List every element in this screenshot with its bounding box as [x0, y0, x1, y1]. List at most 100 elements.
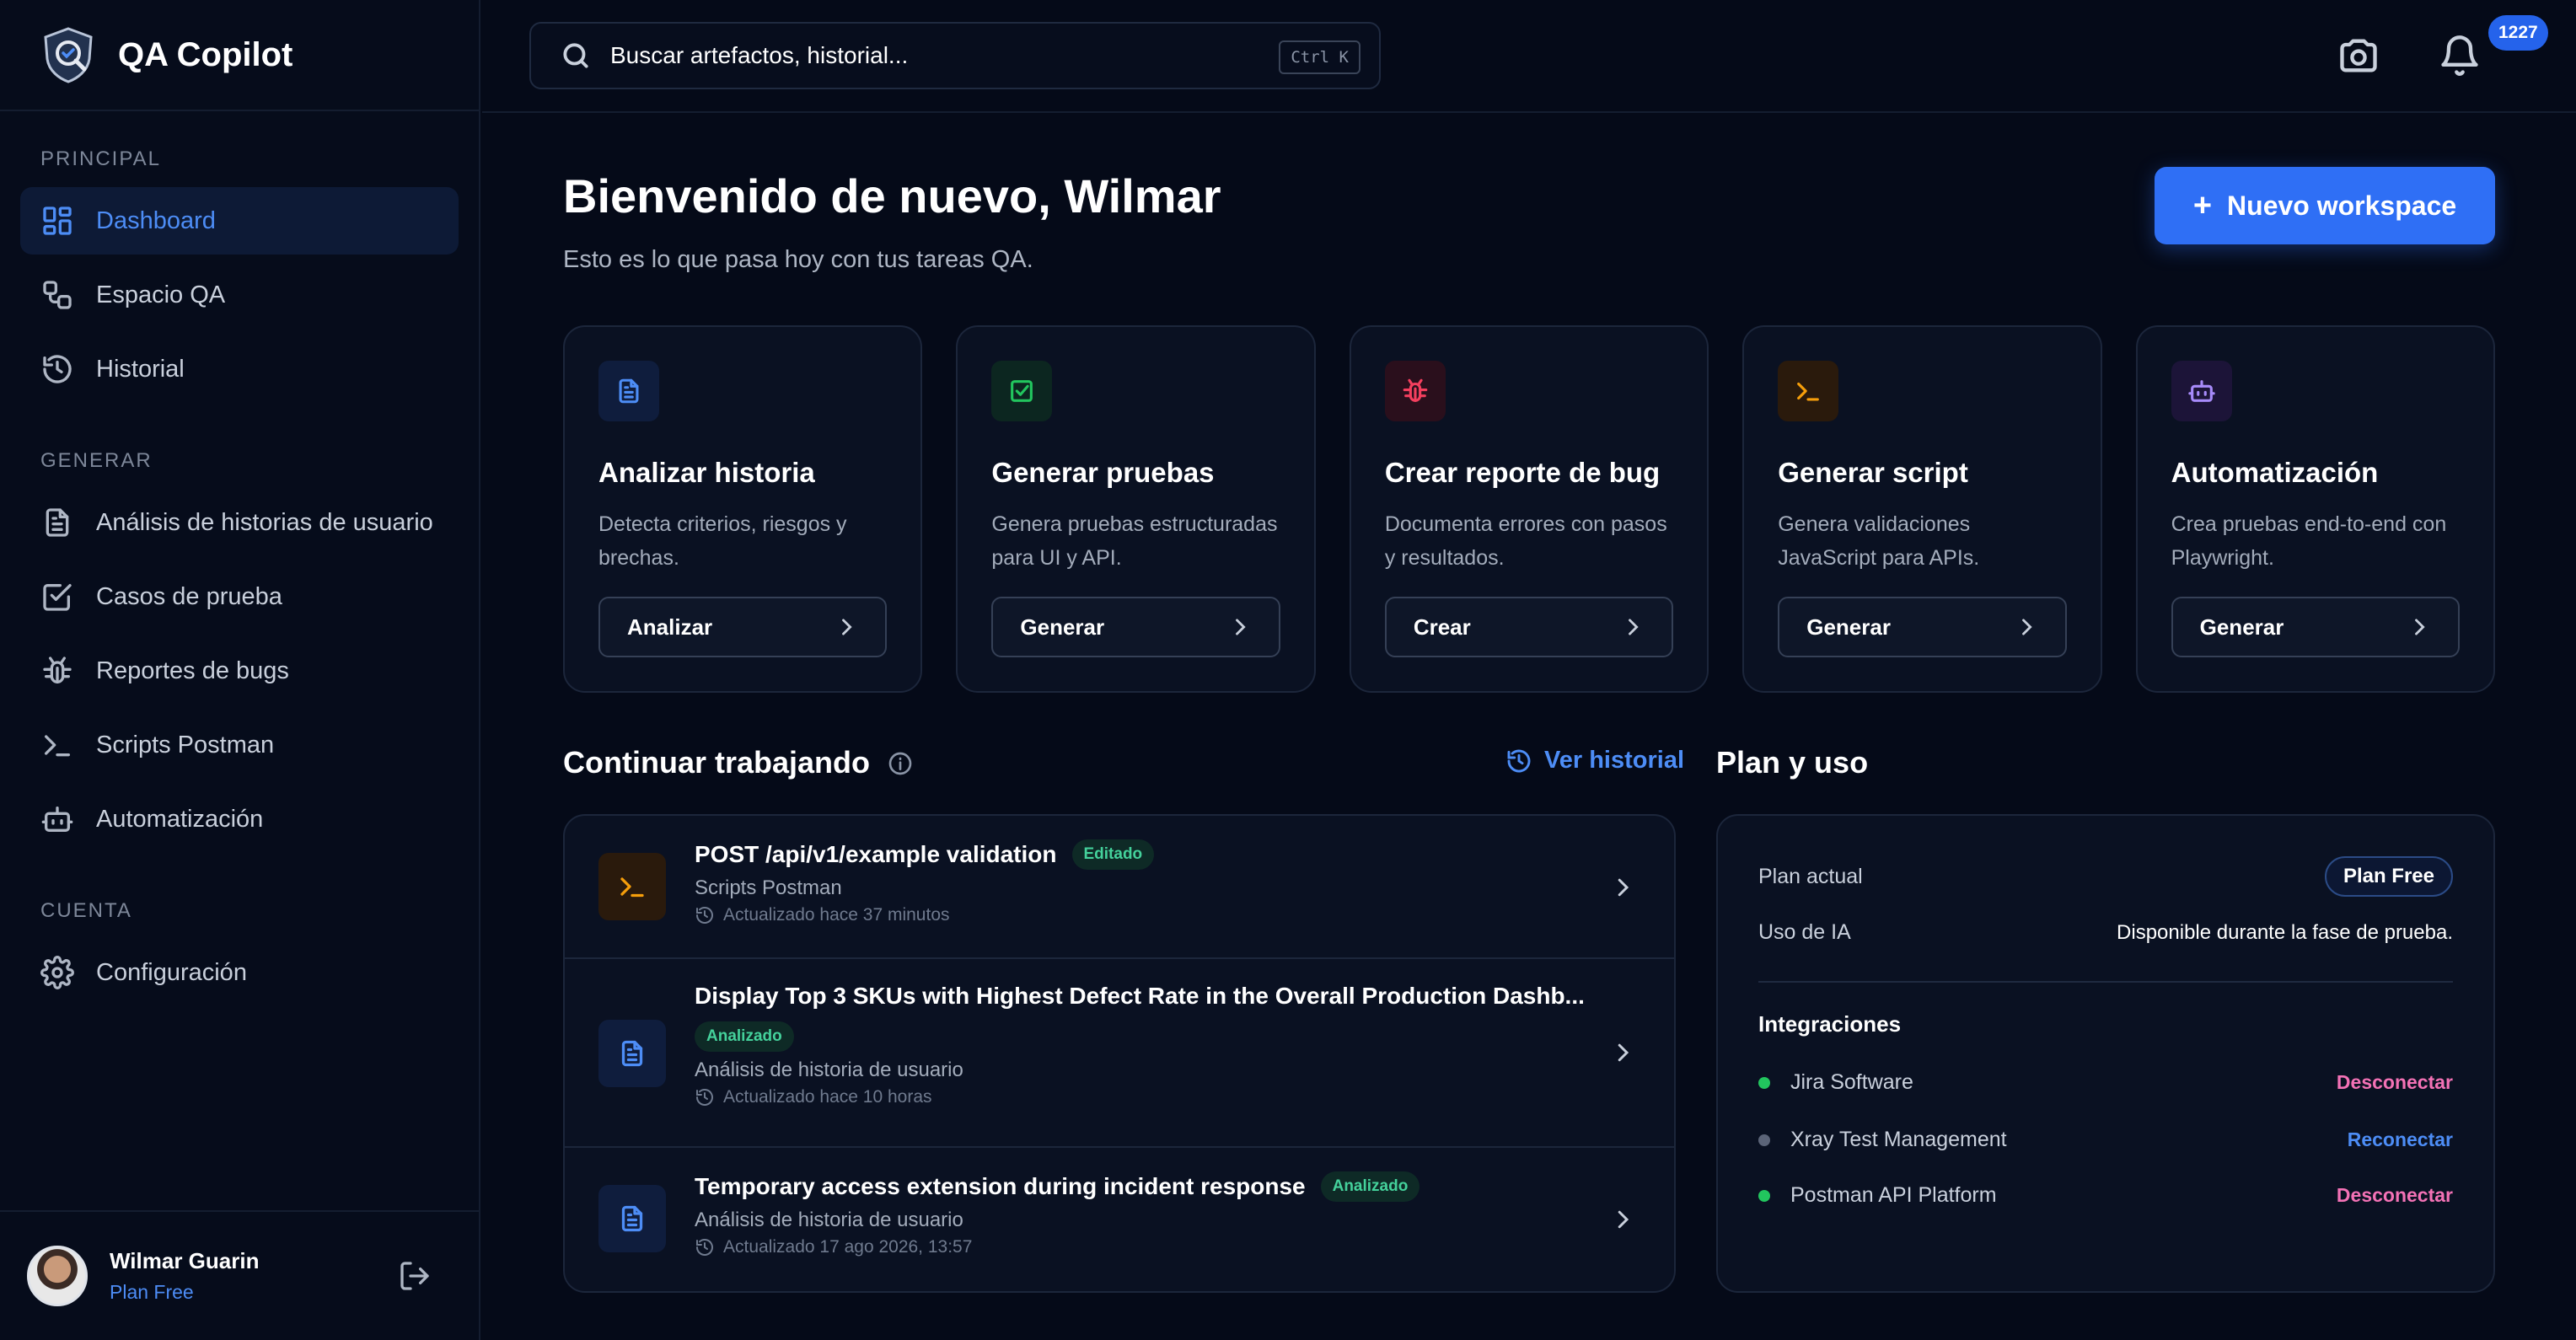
item-category: Análisis de historia de usuario	[695, 1209, 963, 1231]
item-timestamp: Actualizado hace 10 horas	[695, 1087, 1585, 1107]
reconnect-xray-button[interactable]: Reconectar	[2348, 1128, 2453, 1151]
integration-row-xray: Xray Test Management Reconectar	[1758, 1128, 2453, 1152]
item-title: Display Top 3 SKUs with Highest Defect R…	[695, 983, 1585, 1009]
sidebar-item-casos-prueba[interactable]: Casos de prueba	[20, 563, 459, 630]
info-button[interactable]	[887, 750, 914, 777]
sidebar-item-configuracion[interactable]: Configuración	[20, 939, 459, 1006]
item-body: Temporary access extension during incide…	[695, 1171, 1420, 1257]
card-description: Genera pruebas estructuradas para UI y A…	[991, 512, 1278, 570]
list-item[interactable]: POST /api/v1/example validation Editado …	[565, 816, 1674, 959]
card-crear-reporte-bug: Crear reporte de bug Documenta errores c…	[1349, 325, 1709, 693]
card-icon-wrap	[2171, 361, 2232, 421]
card-button-label: Analizar	[627, 614, 713, 640]
plan-badge[interactable]: Plan Free	[2324, 856, 2453, 897]
terminal-icon	[45, 735, 71, 757]
workspace-icon	[43, 281, 72, 309]
card-icon-wrap	[1778, 361, 1839, 421]
card-analizar-historia: Analizar historia Detecta criterios, rie…	[563, 325, 923, 693]
bot-icon	[2187, 380, 2215, 402]
status-badge: Analizado	[695, 1021, 794, 1052]
quick-actions: Analizar historia Detecta criterios, rie…	[563, 325, 2496, 693]
view-history-label: Ver historial	[1544, 747, 1685, 774]
generar-pruebas-button[interactable]: Generar	[991, 597, 1280, 657]
card-title: Generar script	[1778, 457, 1968, 488]
list-item[interactable]: Display Top 3 SKUs with Highest Defect R…	[565, 959, 1674, 1148]
generar-automatizacion-button[interactable]: Generar	[2171, 597, 2461, 657]
card-automatizacion: Automatización Crea pruebas end-to-end c…	[2135, 325, 2496, 693]
integration-label: Jira Software	[1790, 1070, 1913, 1094]
card-button-label: Crear	[1413, 614, 1471, 640]
card-description: Genera validaciones JavaScript para APIs…	[1778, 512, 1980, 570]
status-dot	[1758, 1189, 1770, 1202]
chevron-right-icon	[1235, 619, 1246, 635]
new-workspace-button[interactable]: + Nuevo workspace	[2155, 167, 2495, 244]
integration-row-jira: Jira Software Desconectar	[1758, 1070, 2453, 1095]
new-workspace-label: Nuevo workspace	[2227, 190, 2457, 221]
item-time-text: Actualizado hace 10 horas	[723, 1087, 932, 1107]
logout-button[interactable]	[398, 1259, 432, 1293]
status-badge: Analizado	[1320, 1171, 1420, 1202]
analizar-button[interactable]: Analizar	[598, 597, 888, 657]
chevron-right-icon	[842, 619, 853, 635]
card-button-label: Generar	[1020, 614, 1105, 640]
sidebar-item-historial[interactable]: Historial	[20, 335, 459, 403]
chevron-right-icon	[2021, 619, 2032, 635]
bot-icon	[41, 807, 73, 832]
topbar: Ctrl K 1227	[482, 0, 2576, 113]
plan-usage-row: Uso de IA Disponible durante la fase de …	[1758, 920, 2453, 945]
item-body: Display Top 3 SKUs with Highest Defect R…	[695, 983, 1585, 1107]
item-time-text: Actualizado 17 ago 2026, 13:57	[723, 1237, 973, 1257]
avatar	[27, 1246, 88, 1306]
list-item[interactable]: Temporary access extension during incide…	[565, 1148, 1674, 1291]
notifications-button[interactable]	[2438, 34, 2482, 78]
sidebar-item-scripts-postman[interactable]: Scripts Postman	[20, 711, 459, 779]
status-dot	[1758, 1076, 1770, 1089]
status-badge: Editado	[1071, 839, 1155, 870]
plan-panel: Plan actual Plan Free Uso de IA Disponib…	[1716, 814, 2495, 1293]
disconnect-postman-button[interactable]: Desconectar	[2337, 1184, 2453, 1207]
item-chevron[interactable]	[1610, 1040, 1635, 1065]
notification-badge: 1227	[2488, 15, 2548, 51]
user-profile[interactable]: Wilmar Guarin Plan Free	[0, 1210, 479, 1340]
sidebar-item-automatizacion[interactable]: Automatización	[20, 785, 459, 853]
generar-script-button[interactable]: Generar	[1778, 597, 2067, 657]
search-input[interactable]	[610, 42, 1251, 69]
sidebar: QA Copilot PRINCIPAL Dashboard Espacio Q…	[0, 0, 480, 1340]
integration-name: Jira Software	[1758, 1070, 1913, 1095]
plan-current-row: Plan actual Plan Free	[1758, 856, 2453, 897]
sidebar-item-analisis-historias[interactable]: Análisis de historias de usuario	[20, 489, 459, 556]
sidebar-item-dashboard[interactable]: Dashboard	[20, 187, 459, 255]
crear-button[interactable]: Crear	[1384, 597, 1674, 657]
card-button-label: Generar	[1806, 614, 1891, 640]
shield-logo-icon	[44, 27, 93, 83]
item-icon-wrap	[598, 853, 666, 920]
divider	[1758, 981, 2453, 983]
card-icon-wrap	[1384, 361, 1446, 421]
sidebar-item-reportes-bugs[interactable]: Reportes de bugs	[20, 637, 459, 705]
card-generar-script: Generar script Genera validaciones JavaS…	[1742, 325, 2102, 693]
card-button-label: Generar	[2199, 614, 2284, 640]
disconnect-jira-button[interactable]: Desconectar	[2337, 1071, 2453, 1094]
brand[interactable]: QA Copilot	[0, 0, 479, 111]
terminal-icon	[620, 877, 644, 898]
user-plan: Plan Free	[110, 1281, 194, 1303]
card-title: Crear reporte de bug	[1384, 457, 1661, 488]
chevron-right-icon	[1629, 619, 1639, 635]
card-description: Crea pruebas end-to-end con Playwright.	[2171, 512, 2447, 570]
integration-name: Xray Test Management	[1758, 1128, 2007, 1152]
page-title: Bienvenido de nuevo, Wilmar	[563, 169, 1221, 222]
card-description: Detecta criterios, riesgos y brechas.	[598, 512, 847, 570]
history-icon	[1507, 749, 1531, 772]
item-chevron[interactable]	[1610, 1207, 1635, 1232]
view-history-link[interactable]: Ver historial	[1505, 747, 1684, 775]
sidebar-item-espacio-qa[interactable]: Espacio QA	[20, 261, 459, 329]
sidebar-item-label: Espacio QA	[96, 281, 226, 308]
search-icon	[563, 43, 588, 68]
logout-icon	[400, 1262, 429, 1290]
sidebar-nav: PRINCIPAL Dashboard Espacio QA Historial…	[0, 111, 479, 1006]
item-chevron[interactable]	[1610, 875, 1635, 900]
plus-icon: +	[2192, 187, 2213, 223]
search-shortcut: Ctrl K	[1279, 40, 1360, 74]
camera-button[interactable]	[2337, 34, 2380, 78]
search-box[interactable]: Ctrl K	[529, 22, 1381, 89]
